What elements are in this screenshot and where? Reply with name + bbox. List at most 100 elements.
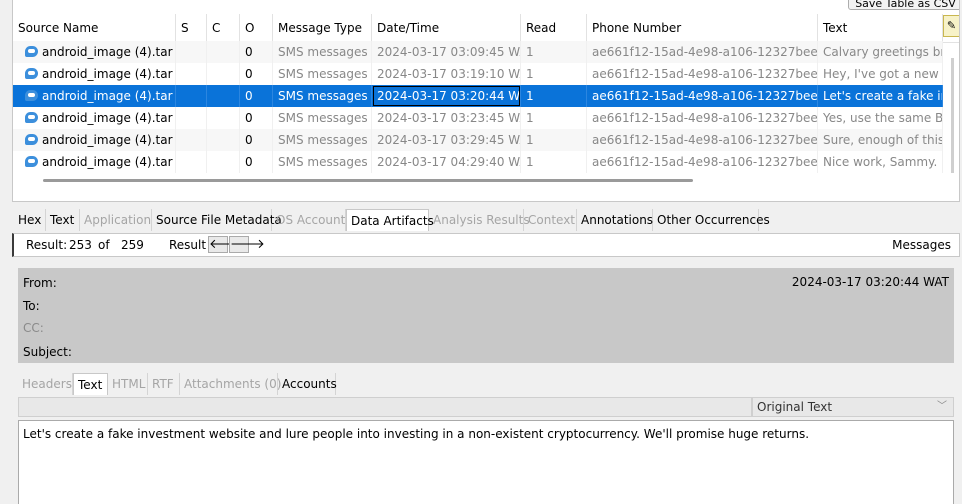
tab-context[interactable]: Context	[524, 209, 577, 231]
tab-source-file-metadata[interactable]: Source File Metadata	[152, 209, 282, 231]
cell-c	[207, 41, 240, 63]
cell-s	[176, 151, 207, 173]
cell-date-time: 2024-03-17 04:29:40 WAT	[372, 151, 521, 173]
column-header-s[interactable]: S	[176, 14, 207, 42]
cell-date-time: 2024-03-17 03:09:45 WAT	[372, 41, 521, 63]
result-of-label: of	[98, 238, 110, 252]
column-header-c[interactable]: C	[207, 14, 240, 42]
cell-message-type: SMS messages	[273, 151, 372, 173]
column-header-date-time[interactable]: Date/Time	[372, 14, 521, 42]
chevron-down-icon: ﹀	[937, 401, 947, 412]
result-nav-label: Result	[169, 238, 207, 252]
previous-result-button[interactable]: 🡐	[208, 236, 244, 253]
cell-source-name: android_image (4).tar	[13, 107, 176, 129]
cell-read: 1	[521, 63, 587, 85]
source-name-text: android_image (4).tar	[42, 45, 173, 59]
message-icon	[25, 90, 38, 101]
content-viewer-tabs: Hex Text Application Source File Metadata OS…	[14, 209, 962, 231]
table-row[interactable]: android_image (4).tar 0 SMS messages 2024-0…	[13, 63, 943, 85]
table-row[interactable]: android_image (4).tar 0 SMS messages 2024-0…	[13, 107, 943, 129]
column-header-o[interactable]: O	[240, 14, 273, 42]
cell-date-time: 2024-03-17 03:19:10 WAT	[372, 63, 521, 85]
cell-read: 1	[521, 151, 587, 173]
text-toolbar	[18, 397, 752, 417]
subtab-rtf[interactable]: RTF	[148, 373, 180, 395]
table-row[interactable]: android_image (4).tar 0 SMS messages 2024-0…	[13, 41, 943, 63]
cell-c	[207, 63, 240, 85]
table-row[interactable]: android_image (4).tar 0 SMS messages 2024-0…	[13, 151, 943, 173]
cell-text: Yes, use the same Bitcc	[818, 107, 943, 129]
column-header-text[interactable]: Text	[818, 14, 943, 42]
cell-s	[176, 85, 207, 107]
cell-s	[176, 41, 207, 63]
cell-read: 1	[521, 41, 587, 63]
subtab-headers[interactable]: Headers	[18, 373, 73, 395]
text-view-mode-select[interactable]: Original Text ﹀	[752, 397, 954, 417]
source-name-text: android_image (4).tar	[42, 111, 173, 125]
cell-date-time: 2024-03-17 03:20:44 WAT	[372, 85, 521, 107]
subtab-text[interactable]: Text	[73, 373, 108, 395]
cell-o: 0	[240, 41, 273, 63]
horizontal-scrollbar[interactable]	[43, 179, 693, 182]
cell-read: 1	[521, 85, 587, 107]
cell-text: Hey, I've got a new sca	[818, 63, 943, 85]
save-table-csv-button[interactable]: Save Table as CSV	[848, 0, 959, 10]
vertical-scrollbar[interactable]	[951, 58, 954, 173]
column-header-read[interactable]: Read	[521, 14, 587, 42]
message-body-text: Let's create a fake investment website a…	[18, 420, 954, 504]
cell-c	[207, 151, 240, 173]
column-header-message-type[interactable]: Message Type	[273, 14, 372, 42]
cell-source-name: android_image (4).tar	[13, 63, 176, 85]
cell-source-name: android_image (4).tar	[13, 151, 176, 173]
text-view-mode-value: Original Text	[757, 400, 833, 414]
cell-o: 0	[240, 63, 273, 85]
subtab-accounts[interactable]: Accounts	[278, 373, 337, 395]
source-name-text: android_image (4).tar	[42, 133, 173, 147]
source-name-text: android_image (4).tar	[42, 67, 173, 81]
message-icon	[25, 134, 38, 145]
result-total: 259	[121, 238, 144, 252]
cell-text: Nice work, Sammy. I'll	[818, 151, 943, 173]
cell-s	[176, 63, 207, 85]
tab-analysis-results[interactable]: Analysis Results	[429, 209, 530, 231]
cell-source-name: android_image (4).tar	[13, 41, 176, 63]
subtab-attachments-0[interactable]: Attachments (0)	[180, 373, 281, 395]
message-icon	[25, 46, 38, 57]
source-name-text: android_image (4).tar	[42, 155, 173, 169]
column-header-source-name[interactable]: Source Name	[13, 14, 176, 42]
column-header-phone-number[interactable]: Phone Number	[587, 14, 818, 42]
tab-other-occurrences[interactable]: Other Occurrences	[653, 209, 770, 231]
column-chooser-icon[interactable]: ✎	[943, 15, 959, 37]
cell-s	[176, 107, 207, 129]
cell-message-type: SMS messages	[273, 107, 372, 129]
next-result-button[interactable]: 🡒	[229, 236, 265, 253]
cell-message-type: SMS messages	[273, 41, 372, 63]
result-navigation-bar: Result: 253 of 259 Result 🡐 🡒 Messages	[12, 233, 960, 257]
tab-annotations[interactable]: Annotations	[577, 209, 653, 231]
cell-date-time: 2024-03-17 03:29:45 WAT	[372, 129, 521, 151]
message-date: 2024-03-17 03:20:44 WAT	[791, 275, 949, 289]
table-row[interactable]: android_image (4).tar 0 SMS messages 2024-0…	[13, 129, 943, 151]
arrow-right-icon: 🡒	[230, 237, 265, 252]
cell-read: 1	[521, 107, 587, 129]
cell-c	[207, 107, 240, 129]
viewer-type-label: Messages	[892, 238, 951, 252]
cell-source-name: android_image (4).tar	[13, 129, 176, 151]
message-icon	[25, 112, 38, 123]
tab-text[interactable]: Text	[46, 209, 80, 231]
cell-o: 0	[240, 85, 273, 107]
subtab-html[interactable]: HTML	[108, 373, 148, 395]
cell-text: Calvary greetings broth	[818, 41, 943, 63]
cell-message-type: SMS messages	[273, 85, 372, 107]
cell-text: Sure, enough of this te	[818, 129, 943, 151]
table-header: Source Name S C O Message Type Date/Time…	[13, 14, 959, 43]
cell-source-name: android_image (4).tar	[13, 85, 176, 107]
results-table-panel: Save Table as CSV Source Name S C O Mess…	[12, 0, 960, 202]
cell-phone-number: ae661f12-15ad-4e98-a106-12327beebd52	[587, 85, 818, 107]
tab-data-artifacts[interactable]: Data Artifacts	[346, 209, 434, 231]
table-row[interactable]: android_image (4).tar 0 SMS messages 2024-0…	[13, 85, 943, 107]
tab-hex[interactable]: Hex	[14, 209, 46, 231]
tab-os-account[interactable]: OS Account	[272, 209, 346, 231]
from-label: From:	[23, 276, 57, 290]
tab-application[interactable]: Application	[80, 209, 152, 231]
